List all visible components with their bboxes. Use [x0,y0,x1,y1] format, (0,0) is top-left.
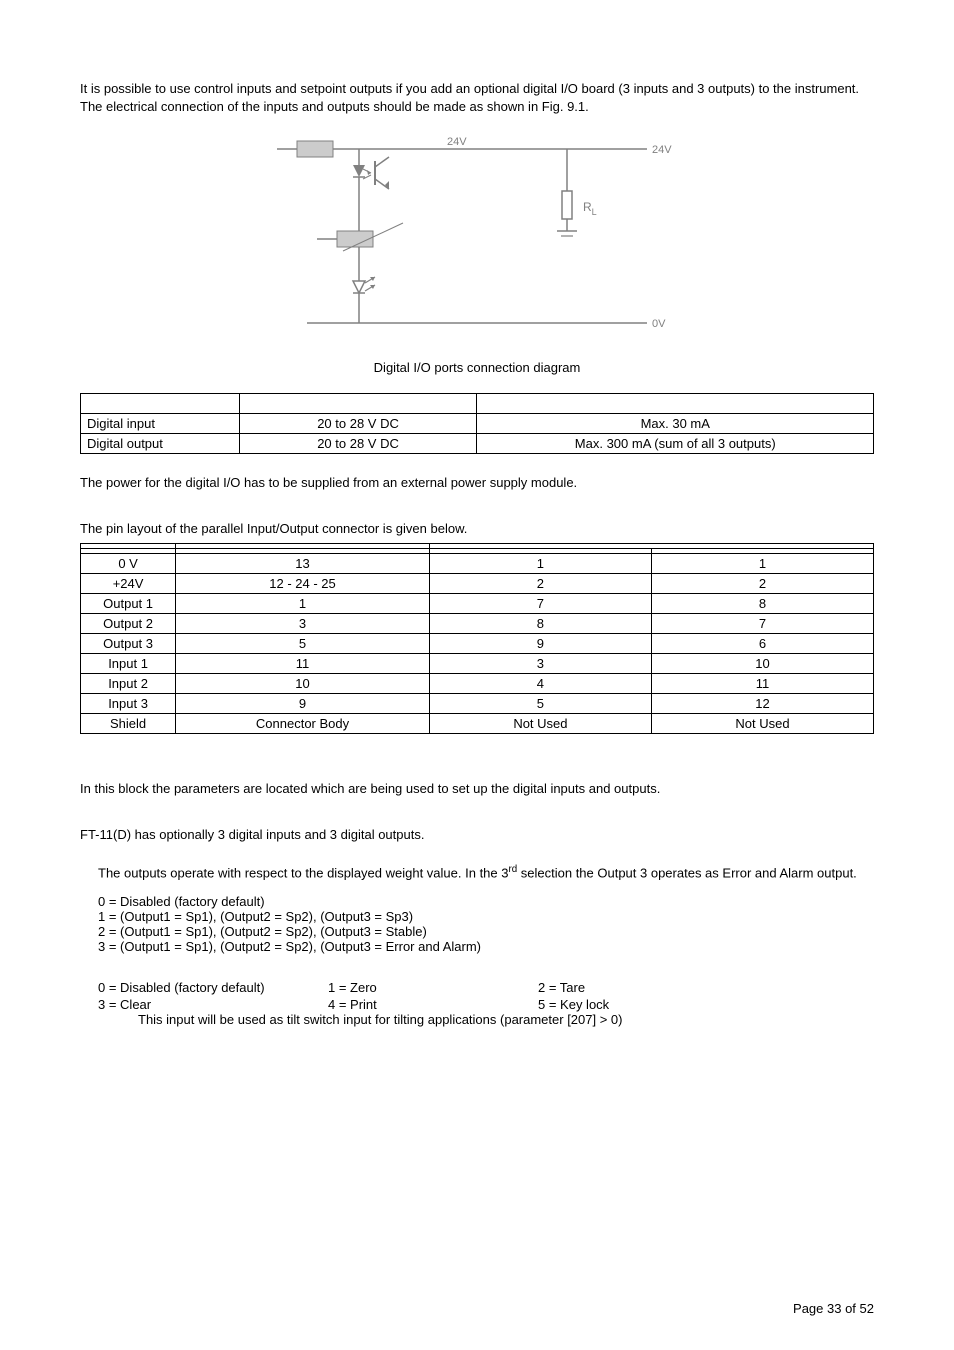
t2-r5-c2: 5 [176,634,430,654]
output-option-3: 3 = (Output1 = Sp1), (Output2 = Sp2), (O… [98,939,874,954]
input-opt-3: 3 = Clear [98,997,328,1012]
t2-r6-c2: 11 [176,654,430,674]
t2-r1-c4: 1 [651,554,873,574]
t2-r5-c3: 9 [429,634,651,654]
t2-r2-c4: 2 [651,574,873,594]
t1-r2-c2: 20 to 28 V DC [239,434,477,454]
outputs-desc: The outputs operate with respect to the … [98,863,874,882]
t1-r2-c3: Max. 300 mA (sum of all 3 outputs) [477,434,874,454]
intro-paragraph: It is possible to use control inputs and… [80,80,874,115]
t2-r8-c3: 5 [429,694,651,714]
t2-r4-c3: 8 [429,614,651,634]
t1-r2-c1: Digital output [81,434,240,454]
t2-r3-c4: 8 [651,594,873,614]
t2-r1-c3: 1 [429,554,651,574]
t2-r8-c1: Input 3 [81,694,176,714]
input-opt-4: 4 = Print [328,997,538,1012]
t2-r3-c1: Output 1 [81,594,176,614]
svg-text:RL: RL [583,200,597,217]
t1-r1-c1: Digital input [81,414,240,434]
pin-layout-table: 0 V 13 1 1 +24V 12 - 24 - 25 2 2 Output … [80,543,874,734]
t2-r3-c2: 1 [176,594,430,614]
t2-r5-c1: Output 3 [81,634,176,654]
t2-r7-c1: Input 2 [81,674,176,694]
input-options-grid: 0 = Disabled (factory default) 1 = Zero … [98,980,874,1012]
outputs-desc-post: selection the Output 3 operates as Error… [517,866,857,881]
io-spec-table: Digital input 20 to 28 V DC Max. 30 mA D… [80,393,874,454]
t2-r7-c3: 4 [429,674,651,694]
t2-r1-c2: 13 [176,554,430,574]
input-opt-0: 0 = Disabled (factory default) [98,980,328,995]
t2-r9-c3: Not Used [429,714,651,734]
t2-r1-c1: 0 V [81,554,176,574]
t2-r9-c1: Shield [81,714,176,734]
input-opt-5: 5 = Key lock [538,997,874,1012]
t2-r3-c3: 7 [429,594,651,614]
t2-r6-c1: Input 1 [81,654,176,674]
t2-r2-c2: 12 - 24 - 25 [176,574,430,594]
t2-r2-c1: +24V [81,574,176,594]
label-rl: R [583,200,592,214]
t2-r5-c4: 6 [651,634,873,654]
t2-r8-c4: 12 [651,694,873,714]
input-opt-2: 2 = Tare [538,980,874,995]
page-number: Page 33 of 52 [793,1301,874,1316]
diagram-caption: Digital I/O ports connection diagram [80,360,874,375]
t2-r9-c2: Connector Body [176,714,430,734]
label-24v-top: 24V [447,136,467,148]
input-opt-1: 1 = Zero [328,980,538,995]
t2-r4-c4: 7 [651,614,873,634]
t2-r4-c1: Output 2 [81,614,176,634]
pin-layout-intro: The pin layout of the parallel Input/Out… [80,520,874,538]
outputs-desc-sup: rd [508,864,517,875]
t2-r9-c4: Not Used [651,714,873,734]
t1-r1-c3: Max. 30 mA [477,414,874,434]
label-24v-right: 24V [652,144,672,156]
t2-r6-c4: 10 [651,654,873,674]
io-diagram: 24V 24V [80,131,874,354]
block-intro: In this block the parameters are located… [80,780,874,798]
t1-r1-c2: 20 to 28 V DC [239,414,477,434]
ft-line: FT-11(D) has optionally 3 digital inputs… [80,826,874,844]
output-option-2: 2 = (Output1 = Sp1), (Output2 = Sp2), (O… [98,924,874,939]
label-rl-sub: L [592,207,597,217]
power-note: The power for the digital I/O has to be … [80,474,874,492]
t2-r7-c4: 11 [651,674,873,694]
tilt-note: This input will be used as tilt switch i… [138,1012,874,1027]
t2-r4-c2: 3 [176,614,430,634]
t2-r6-c3: 3 [429,654,651,674]
t2-r2-c3: 2 [429,574,651,594]
label-0v: 0V [652,318,666,330]
output-option-0: 0 = Disabled (factory default) [98,894,874,909]
t2-r8-c2: 9 [176,694,430,714]
t2-r7-c2: 10 [176,674,430,694]
outputs-desc-pre: The outputs operate with respect to the … [98,866,508,881]
output-option-1: 1 = (Output1 = Sp1), (Output2 = Sp2), (O… [98,909,874,924]
